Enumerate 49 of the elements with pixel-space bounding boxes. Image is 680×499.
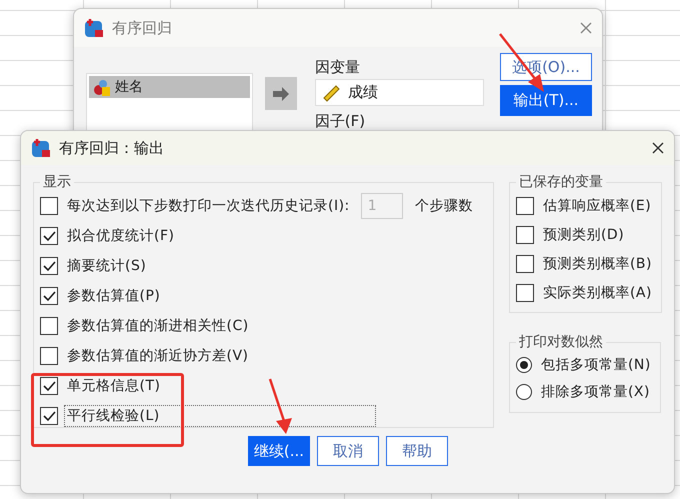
nominal-variable-icon bbox=[93, 78, 111, 96]
group-title: 显示 bbox=[42, 173, 72, 191]
checkbox[interactable] bbox=[516, 196, 534, 214]
field-label: 因变量 bbox=[314, 58, 361, 77]
dependent-field[interactable]: 成绩 bbox=[314, 79, 484, 106]
annotation-arrow bbox=[499, 33, 544, 92]
checkbox-label[interactable]: 参数估算值的渐进相关性(C) bbox=[64, 315, 252, 337]
checkbox[interactable] bbox=[40, 227, 58, 245]
checkbox-label[interactable]: 单元格信息(T) bbox=[64, 375, 164, 397]
checkbox[interactable] bbox=[40, 347, 58, 365]
radio-label[interactable]: 排除多项常量(X) bbox=[538, 380, 653, 402]
group-title: 打印对数似然 bbox=[518, 333, 604, 351]
checkbox-label[interactable]: 参数估算值(P) bbox=[64, 285, 164, 307]
checkbox[interactable] bbox=[516, 226, 534, 244]
checkbox-label[interactable]: 预测类别概率(B) bbox=[540, 252, 655, 274]
field-label: 因子(F) bbox=[314, 112, 366, 131]
dialog-button[interactable]: 帮助 bbox=[386, 436, 448, 466]
window-title: 有序回归 bbox=[112, 18, 173, 38]
radio-label[interactable]: 包括多项常量(N) bbox=[538, 354, 654, 376]
ruler-icon bbox=[322, 84, 340, 102]
checkbox[interactable] bbox=[40, 377, 58, 395]
group-title: 已保存的变量 bbox=[518, 173, 604, 191]
annotation-arrow bbox=[268, 378, 292, 434]
checkbox-label[interactable]: 参数估算值的渐近协方差(V) bbox=[64, 345, 252, 367]
checkbox[interactable] bbox=[40, 407, 58, 425]
checkbox-label[interactable]: 估算响应概率(E) bbox=[540, 194, 654, 216]
arrow-icon bbox=[272, 86, 290, 100]
checkbox-label[interactable]: 预测类别(D) bbox=[540, 224, 628, 246]
dialog-button[interactable]: 取消 bbox=[317, 436, 379, 466]
checkbox[interactable] bbox=[40, 287, 58, 305]
checkbox[interactable] bbox=[516, 254, 534, 272]
variable-item[interactable]: 姓名 bbox=[89, 76, 250, 98]
checkbox-label[interactable]: 每次达到以下步数打印一次迭代历史记录(I): bbox=[64, 195, 353, 217]
checkbox-label[interactable]: 拟合优度统计(F) bbox=[64, 225, 178, 247]
checkbox-label[interactable]: 实际类别概率(A) bbox=[540, 282, 655, 304]
close-icon[interactable] bbox=[652, 142, 664, 154]
dialog-button[interactable]: 继续(... bbox=[248, 436, 310, 466]
checkbox[interactable] bbox=[40, 317, 58, 335]
app-icon bbox=[31, 138, 51, 158]
checkbox[interactable] bbox=[40, 197, 58, 215]
checkbox-label[interactable]: 摘要统计(S) bbox=[64, 255, 150, 277]
app-icon bbox=[84, 18, 104, 38]
radio-button[interactable] bbox=[516, 384, 532, 400]
move-button[interactable] bbox=[265, 77, 297, 110]
radio-button[interactable] bbox=[516, 356, 532, 372]
unit-label: 个步骤数 bbox=[414, 197, 473, 215]
checkbox[interactable] bbox=[40, 257, 58, 275]
checkbox[interactable] bbox=[516, 284, 534, 302]
dialog-button[interactable]: 输出(T)... bbox=[500, 85, 592, 116]
